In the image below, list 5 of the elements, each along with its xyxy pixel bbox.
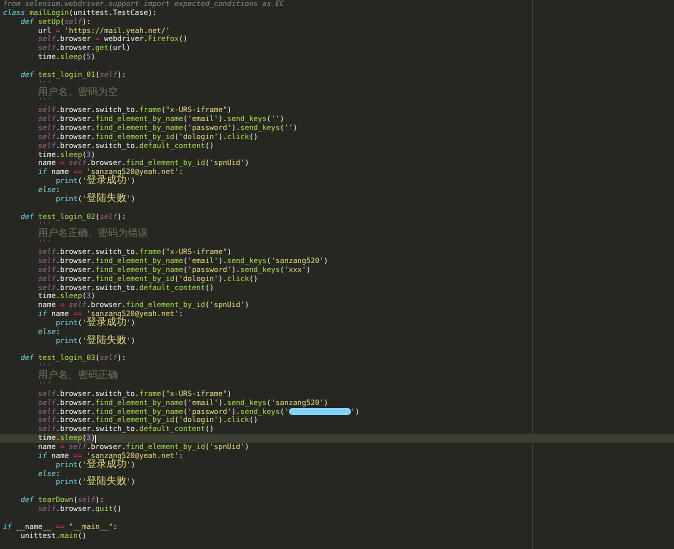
code-line: 用户名、密码正确 bbox=[38, 372, 118, 381]
text-cursor bbox=[95, 434, 96, 443]
code-line: 用户名、密码为空 bbox=[38, 88, 118, 98]
code-line: 用户名正确、密码为错误 bbox=[38, 230, 148, 240]
redaction-mark bbox=[288, 408, 351, 416]
